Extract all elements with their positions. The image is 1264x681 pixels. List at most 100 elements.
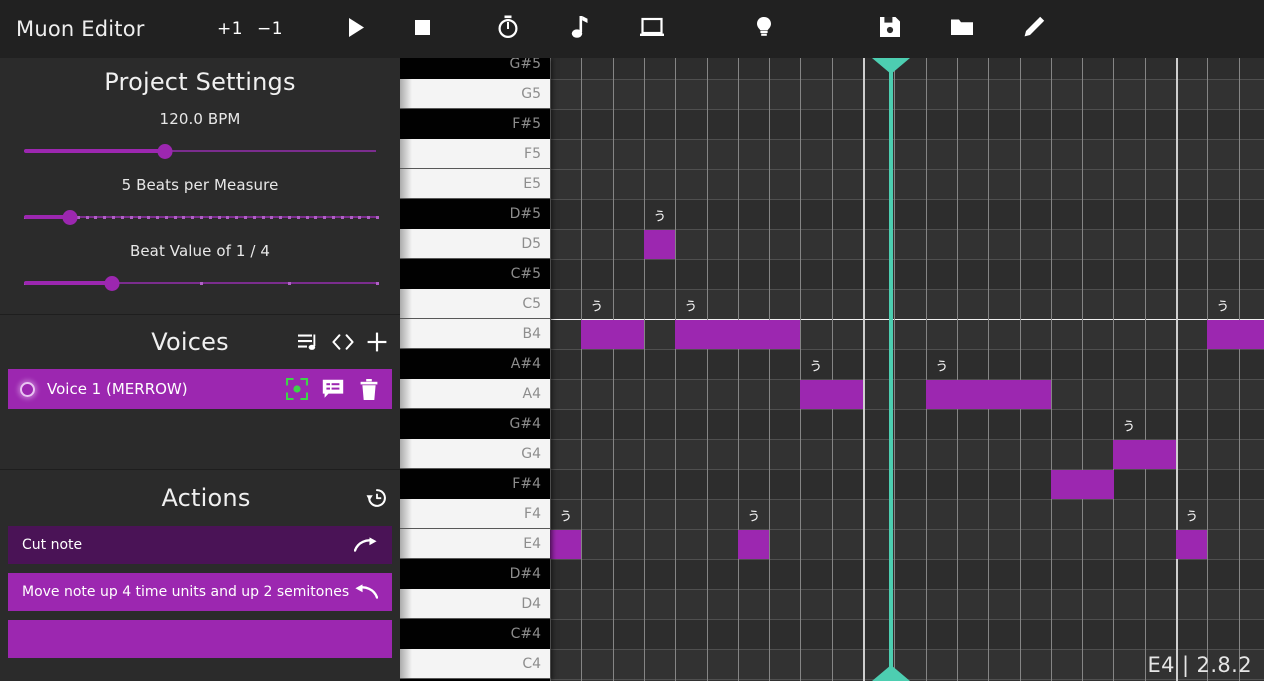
- piano-key-label: G#5: [509, 58, 542, 72]
- grid-row-band: [550, 199, 1264, 229]
- piano-key-g5[interactable]: G5: [400, 79, 550, 109]
- transpose-up-button[interactable]: +1: [210, 7, 250, 51]
- delete-voice-icon[interactable]: [358, 378, 380, 400]
- slider-tick: [156, 215, 159, 219]
- piano-key-cs4[interactable]: C#4: [400, 619, 550, 649]
- piano-key-gs5[interactable]: G#5: [400, 58, 550, 79]
- grid-row-band: [550, 619, 1264, 649]
- note-d5[interactable]: [644, 230, 675, 259]
- play-button[interactable]: [336, 7, 376, 51]
- key-shadow: [400, 349, 412, 379]
- window-button[interactable]: [632, 7, 672, 51]
- grid-line-horizontal: [550, 139, 1264, 140]
- music-note-icon: [571, 15, 589, 43]
- piano-key-fs5[interactable]: F#5: [400, 109, 550, 139]
- key-shadow: [400, 139, 412, 168]
- save-button[interactable]: [870, 7, 910, 51]
- slider-thumb[interactable]: [62, 210, 78, 225]
- note-g4[interactable]: [1113, 440, 1176, 469]
- toolbar-group-hint: [744, 7, 784, 51]
- grid-line-vertical: [957, 58, 958, 681]
- beat-value-setting: Beat Value of 1 / 4: [0, 242, 400, 294]
- slider-thumb[interactable]: [157, 144, 173, 159]
- stop-button[interactable]: [402, 7, 442, 51]
- actions-header: Actions: [0, 470, 400, 526]
- edit-button[interactable]: [1014, 7, 1054, 51]
- voice-item-label: Voice 1 (MERROW): [47, 380, 188, 398]
- beats-per-measure-slider[interactable]: [24, 206, 379, 228]
- note-b4-a[interactable]: [581, 320, 644, 349]
- beat-value-label: Beat Value of 1 / 4: [129, 242, 271, 260]
- action-item[interactable]: [8, 620, 392, 658]
- grid-line-horizontal: [550, 379, 1264, 380]
- slider-thumb[interactable]: [104, 276, 120, 291]
- grid-line-vertical: [988, 58, 989, 681]
- redo-icon[interactable]: [354, 537, 378, 553]
- metronome-button[interactable]: [488, 7, 528, 51]
- piano-key-e5[interactable]: E5: [400, 169, 550, 199]
- key-shadow: [400, 619, 412, 649]
- piano-key-b4[interactable]: B4: [400, 319, 550, 349]
- tempo-slider[interactable]: [24, 140, 376, 162]
- piano-key-d5[interactable]: D5: [400, 229, 550, 259]
- action-item[interactable]: Move note up 4 time units and up 2 semit…: [8, 573, 392, 611]
- note-a4-a[interactable]: [800, 380, 863, 409]
- note-lyric-label: ぅ: [588, 295, 604, 314]
- piano-key-a4[interactable]: A4: [400, 379, 550, 409]
- piano-key-c5[interactable]: C5: [400, 289, 550, 319]
- note-f#4[interactable]: [1051, 470, 1114, 499]
- grid-line-vertical: [1239, 58, 1240, 681]
- piano-key-f4[interactable]: F4: [400, 499, 550, 529]
- piano-key-label: D#5: [509, 206, 541, 222]
- piano-key-d4[interactable]: D4: [400, 589, 550, 619]
- key-shadow: [400, 319, 412, 348]
- beat-value-slider[interactable]: [24, 272, 379, 294]
- note-e4-a[interactable]: [550, 530, 581, 559]
- key-shadow: [400, 229, 412, 258]
- note-a4-b[interactable]: [926, 380, 1051, 409]
- piano-key-f5[interactable]: F5: [400, 139, 550, 169]
- piano-key-c4[interactable]: C4: [400, 649, 550, 679]
- voice-item[interactable]: Voice 1 (MERROW): [8, 369, 392, 409]
- voice-notes-icon[interactable]: [322, 378, 344, 400]
- piano-key-as4[interactable]: A#4: [400, 349, 550, 379]
- piano-key-ds4[interactable]: D#4: [400, 559, 550, 589]
- piano-key-cs5[interactable]: C#5: [400, 259, 550, 289]
- piano-key-ds5[interactable]: D#5: [400, 199, 550, 229]
- piano-key-label: C#5: [510, 266, 541, 282]
- undo-icon[interactable]: [354, 584, 378, 600]
- voice-list-icon[interactable]: [298, 331, 320, 353]
- voice-selected-indicator: [20, 381, 35, 397]
- slider-tick: [305, 215, 309, 219]
- add-voice-icon[interactable]: [366, 331, 388, 353]
- slider-tick: [208, 215, 212, 219]
- grid-line-horizontal: [550, 79, 1264, 80]
- hint-button[interactable]: [744, 7, 784, 51]
- note-e4-c[interactable]: [1176, 530, 1207, 559]
- piano-key-label: G#4: [509, 416, 542, 432]
- piano-key-label: E5: [523, 175, 541, 192]
- note-b4-c[interactable]: [1207, 320, 1264, 349]
- folder-icon: [951, 18, 973, 40]
- action-item[interactable]: Cut note: [8, 526, 392, 564]
- grid-line-vertical: [1020, 58, 1021, 681]
- piano-key-fs4[interactable]: F#4: [400, 469, 550, 499]
- open-button[interactable]: [942, 7, 982, 51]
- beats-per-measure-label: 5 Beats per Measure: [121, 176, 279, 194]
- piano-key-e4[interactable]: E4: [400, 529, 550, 559]
- focus-voice-icon[interactable]: [286, 378, 308, 400]
- piano-key-g4[interactable]: G4: [400, 439, 550, 469]
- toolbar-group-file: [870, 7, 1054, 51]
- note-grid[interactable]: ぅぅぅぅぅぅぅぅぅぅ: [550, 58, 1264, 681]
- note-e4-b[interactable]: [738, 530, 769, 559]
- note-b4-b[interactable]: [675, 320, 800, 349]
- voice-code-icon[interactable]: [332, 331, 354, 353]
- note-button[interactable]: [560, 7, 600, 51]
- piano-key-gs4[interactable]: G#4: [400, 409, 550, 439]
- app-header: Muon Editor +1 −1: [0, 0, 1264, 58]
- history-icon[interactable]: [366, 487, 388, 509]
- slider-tick: [138, 215, 142, 219]
- transpose-down-button[interactable]: −1: [250, 7, 290, 51]
- piano-key-label: F#4: [512, 476, 541, 492]
- slider-fill: [24, 149, 165, 153]
